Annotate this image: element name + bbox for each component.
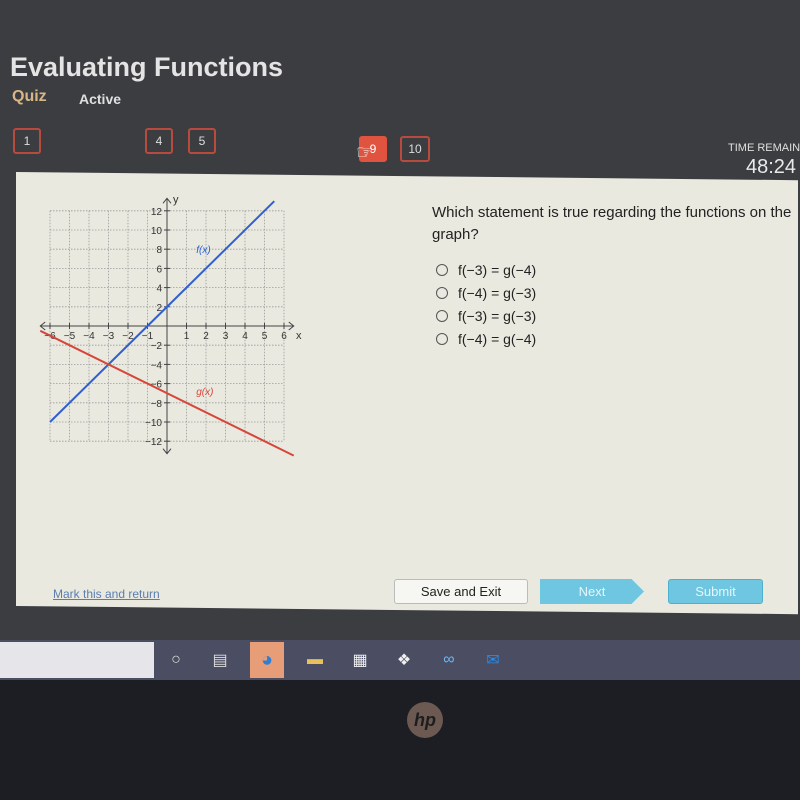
radio-button[interactable] — [436, 309, 448, 322]
taskbar-search-box[interactable] — [0, 642, 154, 678]
submit-button[interactable]: Submit — [668, 579, 763, 604]
hp-logo-icon: hp — [407, 702, 443, 738]
x-tick-label: 5 — [262, 331, 268, 342]
x-tick-label: −4 — [83, 331, 95, 342]
y-tick-label: 8 — [156, 245, 162, 256]
g-of-x-label: g(x) — [196, 387, 213, 398]
f-of-x-line — [49, 200, 275, 423]
time-remaining-value: 48:24 — [746, 156, 797, 178]
y-tick-label: −12 — [145, 437, 162, 448]
answer-option[interactable]: f(−3) = g(−4) — [436, 258, 536, 281]
x-tick-label: 1 — [184, 331, 190, 342]
y-tick-label: −8 — [151, 399, 163, 410]
y-tick-label: 12 — [151, 207, 163, 218]
option-label: f(−3) = g(−4) — [458, 261, 537, 278]
answer-options: f(−3) = g(−4) f(−4) = g(−3) f(−3) = g(−3… — [436, 258, 536, 350]
y-tick-label: 6 — [156, 264, 162, 275]
radio-button[interactable] — [436, 263, 448, 276]
screen: Evaluating Functions Quiz Active 1 4 5 9… — [0, 0, 800, 680]
option-label: f(−3) = g(−3) — [458, 307, 537, 324]
x-axis-label: x — [296, 330, 302, 342]
hand-cursor-icon: ☞ — [356, 142, 374, 164]
file-explorer-icon[interactable]: ▬ — [303, 648, 327, 672]
time-remaining-label: TIME REMAINI — [728, 142, 800, 154]
next-button[interactable]: Next — [540, 579, 644, 604]
x-tick-label: 4 — [242, 331, 248, 342]
y-tick-label: −2 — [151, 341, 163, 352]
status-label: Active — [79, 91, 122, 107]
x-tick-label: 3 — [223, 331, 229, 342]
mark-and-return-link[interactable]: Mark this and return — [53, 587, 160, 601]
infinity-app-icon[interactable]: ∞ — [437, 648, 461, 672]
x-tick-label: −3 — [103, 331, 115, 342]
outlook-icon[interactable]: ✉ — [481, 648, 505, 672]
option-label: f(−4) = g(−4) — [458, 330, 537, 347]
function-graph: −6 −5 −4 −3 −2 −1 1 2 3 4 5 6−12−10−8−6−4−224681012… — [39, 194, 302, 457]
option-label: f(−4) = g(−3) — [458, 284, 537, 301]
radio-button[interactable] — [436, 332, 448, 345]
edge-icon[interactable]: ◕ — [250, 642, 284, 678]
question-nav-1[interactable]: 1 — [13, 128, 41, 154]
y-tick-label: −4 — [151, 360, 163, 371]
radio-button[interactable] — [436, 286, 448, 299]
dropbox-icon[interactable]: ❖ — [392, 648, 416, 672]
question-nav-5[interactable]: 5 — [188, 128, 216, 154]
save-and-exit-button[interactable]: Save and Exit — [394, 579, 528, 604]
question-nav-4[interactable]: 4 — [145, 128, 173, 154]
y-tick-label: 10 — [151, 226, 163, 237]
question-text: Which statement is true regarding the fu… — [432, 204, 792, 243]
quiz-label[interactable]: Quiz — [12, 88, 47, 106]
y-tick-label: −10 — [145, 418, 162, 429]
y-axis-label: y — [173, 194, 179, 206]
y-tick-label: 4 — [156, 284, 162, 295]
task-view-icon[interactable]: ▤ — [208, 648, 232, 672]
question-nav-10[interactable]: 10 — [400, 136, 430, 162]
laptop-bezel — [0, 680, 800, 800]
page-title: Evaluating Functions — [10, 52, 284, 82]
x-tick-label: 6 — [281, 331, 287, 342]
answer-option[interactable]: f(−4) = g(−4) — [436, 327, 536, 350]
f-of-x-label: f(x) — [196, 245, 210, 256]
x-tick-label: 2 — [203, 331, 209, 342]
x-tick-label: −5 — [64, 331, 76, 342]
answer-option[interactable]: f(−3) = g(−3) — [436, 304, 536, 327]
answer-option[interactable]: f(−4) = g(−3) — [436, 281, 536, 304]
cortana-icon[interactable]: ○ — [164, 648, 188, 672]
store-icon[interactable]: ▦ — [348, 648, 372, 672]
